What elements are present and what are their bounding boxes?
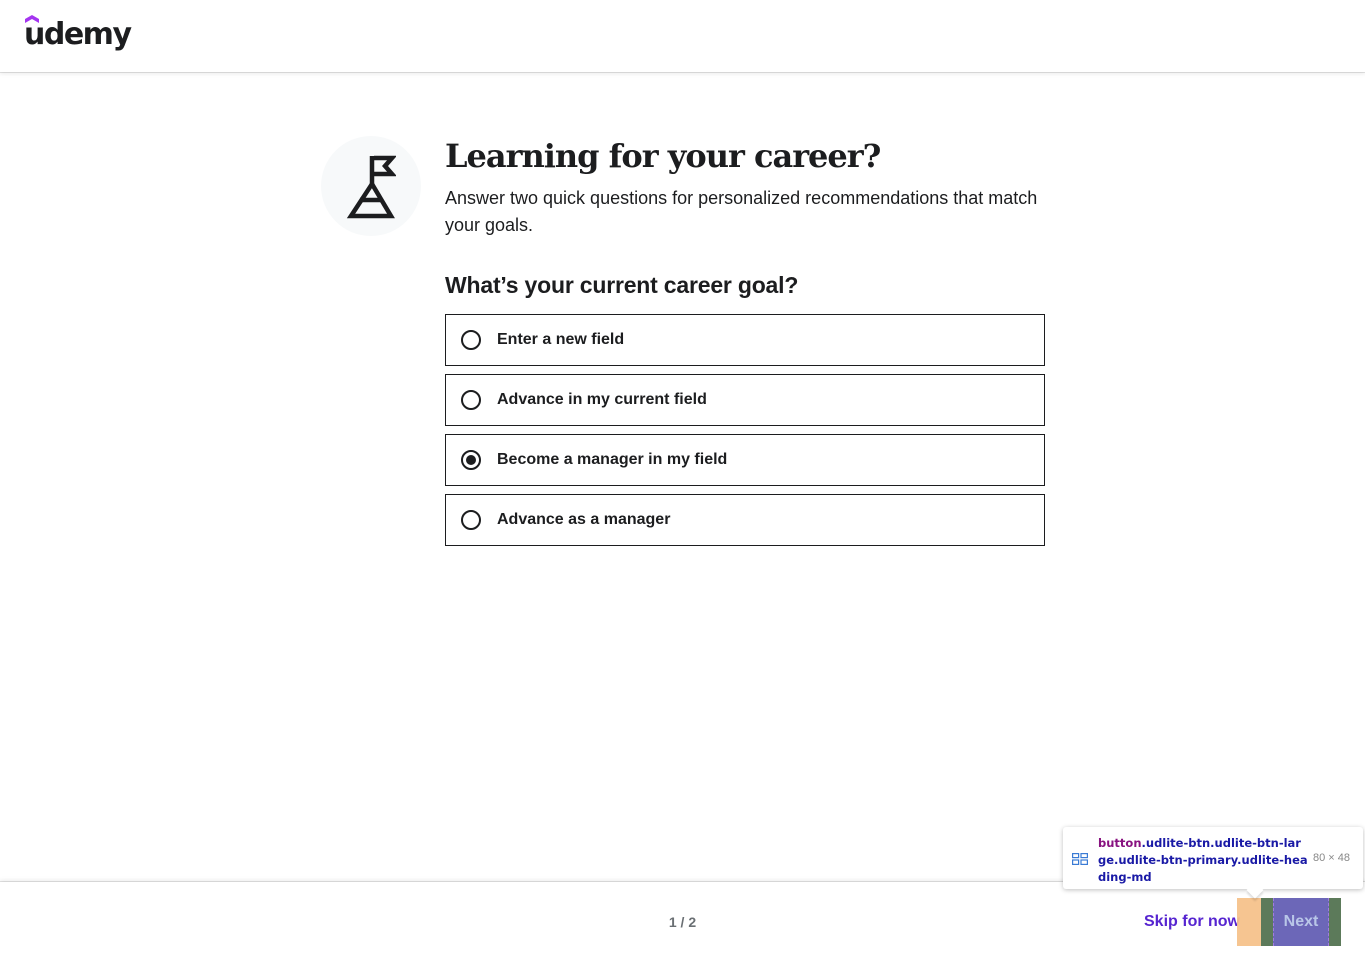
option-advance-current-field[interactable]: Advance in my current field [445, 374, 1045, 426]
logo-text: udemy [24, 17, 132, 52]
tooltip-selector: button.udlite-btn.udlite-btn-large.udlit… [1098, 835, 1308, 886]
option-advance-as-manager[interactable]: Advance as a manager [445, 494, 1045, 546]
next-label: Next [1283, 913, 1319, 930]
radio-button[interactable] [461, 510, 481, 530]
option-become-manager[interactable]: Become a manager in my field [445, 434, 1045, 486]
top-header: udemy [0, 0, 1365, 72]
page-subtitle: Answer two quick questions for personali… [445, 188, 1038, 235]
question-label: What’s your current career goal? [445, 272, 799, 298]
option-enter-new-field[interactable]: Enter a new field [445, 314, 1045, 366]
tooltip-dimensions: 80 × 48 [1313, 852, 1351, 864]
page-title: Learning for your career? [445, 137, 881, 175]
radio-button[interactable] [461, 390, 481, 410]
grid-layout-icon [1072, 853, 1088, 865]
tooltip-tag: button [1098, 836, 1142, 850]
option-label: Advance in my current field [497, 391, 707, 408]
devtools-inspect-tooltip: button.udlite-btn.udlite-btn-large.udlit… [1063, 827, 1363, 889]
career-illustration [321, 136, 421, 236]
option-label: Advance as a manager [497, 511, 671, 528]
mountain-flag-icon [346, 155, 396, 219]
radio-button-checked[interactable] [461, 450, 481, 470]
option-label: Enter a new field [497, 331, 625, 348]
option-label: Become a manager in my field [497, 451, 728, 468]
margin-overlay [1237, 898, 1261, 946]
next-button-highlight: Next [1237, 898, 1341, 946]
career-goal-options: Enter a new field Advance in my current … [445, 314, 1045, 554]
skip-button[interactable]: Skip for now [1144, 912, 1240, 932]
radio-button[interactable] [461, 330, 481, 350]
next-button[interactable]: Next [1261, 898, 1341, 946]
footer-bar: 1 / 2 Skip for now Next [0, 882, 1365, 962]
udemy-logo[interactable]: udemy [24, 14, 132, 54]
